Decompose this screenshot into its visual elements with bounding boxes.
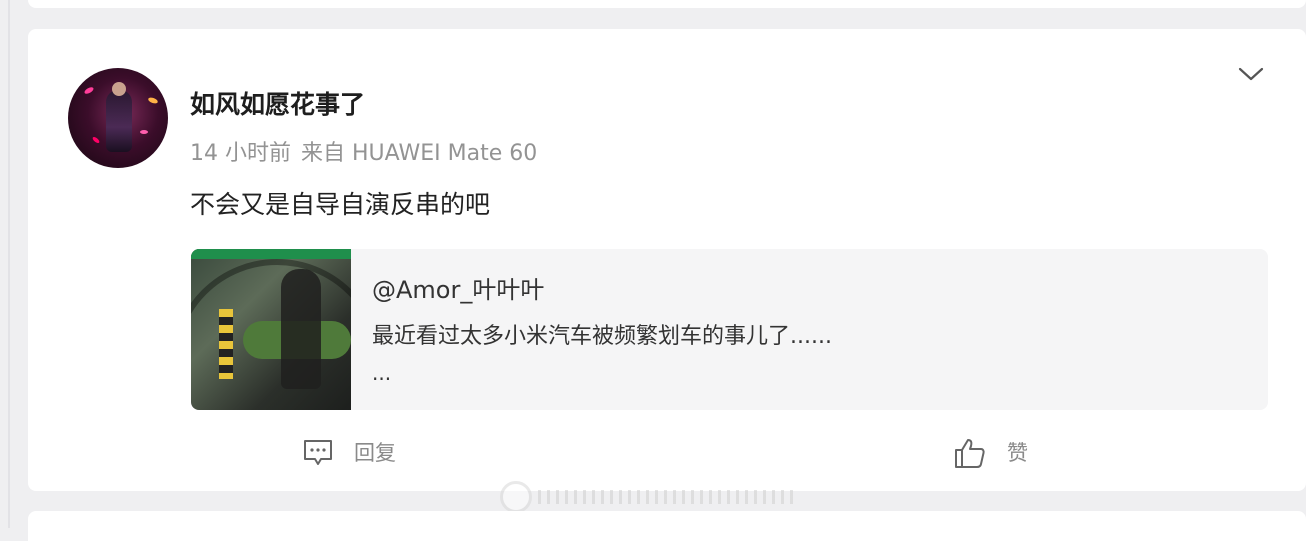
- comment-icon: [304, 440, 332, 465]
- quoted-post-more: ...: [372, 361, 392, 385]
- page-divider-line: [8, 0, 10, 528]
- watermark: [500, 481, 800, 513]
- post-meta: 14 小时前 来自 HUAWEI Mate 60: [190, 139, 537, 169]
- like-button[interactable]: 赞: [953, 435, 1028, 471]
- quoted-post-thumbnail: [191, 249, 351, 410]
- reply-button[interactable]: 回复: [302, 435, 396, 471]
- chevron-down-icon[interactable]: [1238, 64, 1264, 84]
- thumbs-up-icon: [955, 439, 985, 468]
- username[interactable]: 如风如愿花事了: [190, 88, 365, 122]
- previous-card: [28, 0, 1306, 8]
- post-time: 14 小时前: [190, 141, 291, 166]
- quoted-post-user[interactable]: @Amor_叶叶叶: [372, 274, 544, 306]
- post-source: 来自 HUAWEI Mate 60: [301, 141, 538, 166]
- post-content: 不会又是自导自演反串的吧: [190, 190, 491, 219]
- reply-label: 回复: [354, 441, 396, 465]
- like-label: 赞: [1007, 441, 1028, 465]
- next-card: [28, 511, 1306, 541]
- avatar[interactable]: [68, 68, 168, 168]
- quoted-post-text: 最近看过太多小米汽车被频繁划车的事儿了......: [372, 324, 832, 349]
